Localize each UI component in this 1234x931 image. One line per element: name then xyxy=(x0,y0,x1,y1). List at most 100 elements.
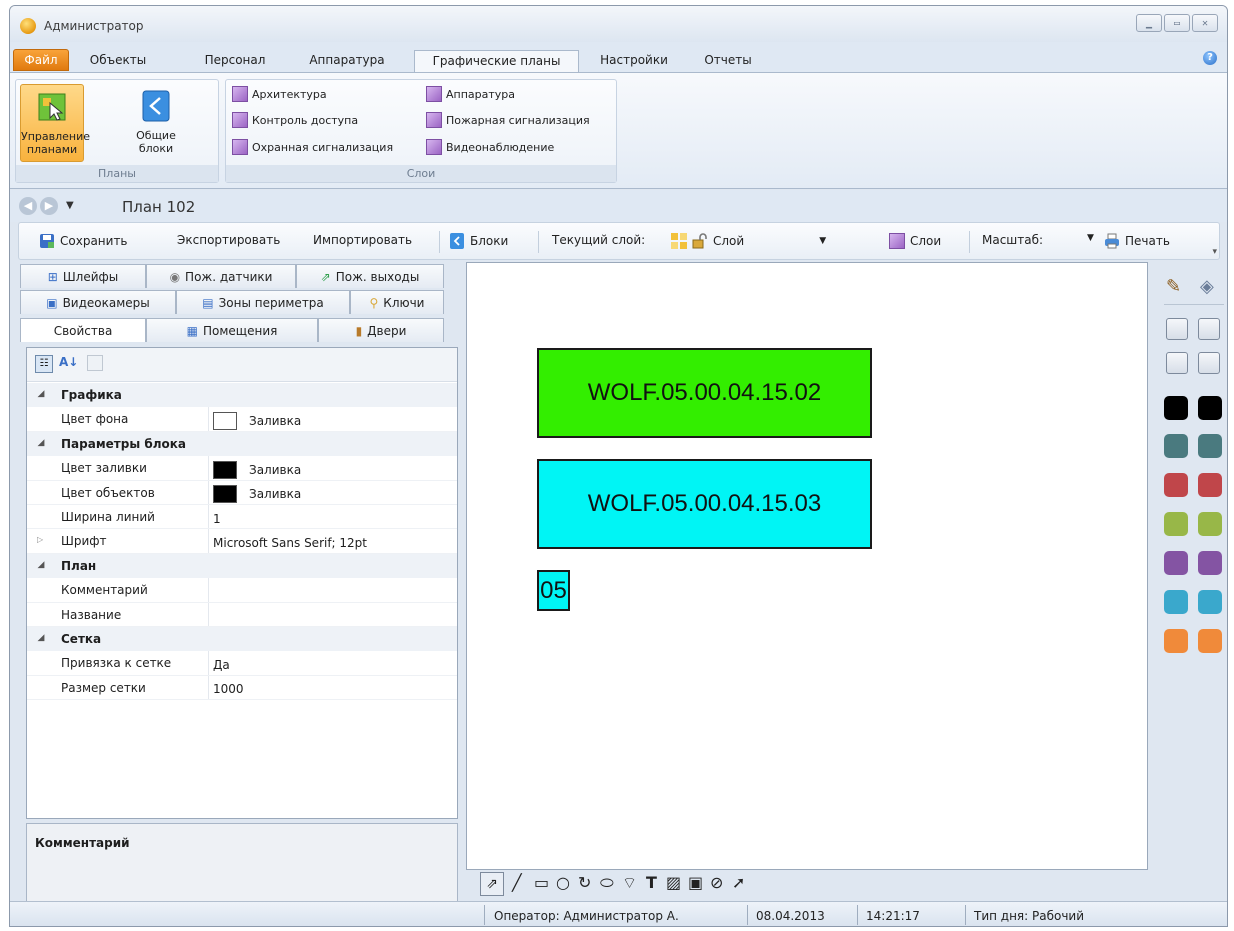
color-red-line[interactable] xyxy=(1198,473,1222,497)
camera-tool-icon[interactable]: ▣ xyxy=(688,873,703,892)
tab-loops[interactable]: ⊞ Шлейфы xyxy=(20,264,146,288)
arc-tool-icon[interactable]: ↻ xyxy=(578,873,591,892)
tab-objects[interactable]: Объекты xyxy=(78,50,158,72)
current-layer-select[interactable]: Слой ▼ xyxy=(671,233,826,249)
tab-personnel[interactable]: Персонал xyxy=(194,50,276,72)
plan-canvas[interactable]: WOLF.05.00.04.15.02 WOLF.05.00.04.15.03 … xyxy=(466,262,1148,870)
prop-object-color[interactable]: Цвет объектов Заливка xyxy=(27,480,457,505)
tab-settings[interactable]: Настройки xyxy=(590,50,678,72)
tab-rooms[interactable]: ▦ Помещения xyxy=(146,318,318,342)
collapse-icon[interactable]: ◢ xyxy=(27,432,55,456)
tab-fire-exits[interactable]: ⇗ Пож. выходы xyxy=(296,264,444,288)
layer-fire-alarm[interactable]: Пожарная сигнализация xyxy=(426,112,590,128)
category-graphics[interactable]: ◢ Графика xyxy=(27,383,457,408)
tab-keys[interactable]: ⚲ Ключи xyxy=(350,290,444,314)
line-tool-icon[interactable]: ╱ xyxy=(512,873,522,892)
send-backward-icon[interactable] xyxy=(1198,318,1220,340)
minimize-button[interactable]: ▁ xyxy=(1136,14,1162,32)
layers-button[interactable]: Слои xyxy=(889,233,941,249)
color-green-line[interactable] xyxy=(1198,512,1222,536)
prop-value-empty[interactable] xyxy=(209,578,213,601)
import-button[interactable]: Импортировать xyxy=(313,233,412,247)
layer-architecture[interactable]: Архитектура xyxy=(232,86,327,102)
prop-font[interactable]: ▷ Шрифт Microsoft Sans Serif; 12pt xyxy=(27,529,457,554)
tab-perimeter-zones[interactable]: ▤ Зоны периметра xyxy=(176,290,350,314)
tab-cameras[interactable]: ▣ Видеокамеры xyxy=(20,290,176,314)
color-teal-line[interactable] xyxy=(1198,434,1222,458)
color-purple-line[interactable] xyxy=(1198,551,1222,575)
color-orange-line[interactable] xyxy=(1198,629,1222,653)
sort-az-icon[interactable]: A↓ xyxy=(59,355,78,369)
color-black-fill[interactable] xyxy=(1164,396,1188,420)
export-button[interactable]: Экспортировать xyxy=(177,233,280,247)
tab-hardware[interactable]: Аппаратура xyxy=(297,50,397,72)
circle-tool-icon[interactable]: ○ xyxy=(556,873,570,892)
tab-properties[interactable]: Свойства xyxy=(20,318,146,342)
category-grid[interactable]: ◢ Сетка xyxy=(27,626,457,652)
prop-name[interactable]: Название xyxy=(27,602,457,627)
layer-access-control[interactable]: Контроль доступа xyxy=(232,112,358,128)
fill-bucket-icon[interactable]: ◈ xyxy=(1200,276,1214,297)
bring-forward-icon[interactable] xyxy=(1166,318,1188,340)
tab-graphic-plans[interactable]: Графические планы xyxy=(414,50,579,72)
history-dropdown-icon[interactable]: ▼ xyxy=(66,200,74,211)
tab-fire-sensors[interactable]: ◉ Пож. датчики xyxy=(146,264,296,288)
toolbar-overflow-icon[interactable]: ▾ xyxy=(1212,247,1217,257)
text-tool-icon[interactable]: T xyxy=(646,873,657,892)
manage-plans-button[interactable]: Управление планами xyxy=(20,84,90,162)
maximize-button[interactable]: ▭ xyxy=(1164,14,1190,32)
tab-file[interactable]: Файл xyxy=(13,49,69,71)
pointer-tool-icon[interactable]: ➚ xyxy=(732,873,745,892)
color-blue-fill[interactable] xyxy=(1164,590,1188,614)
canvas-block-1[interactable]: WOLF.05.00.04.15.02 xyxy=(537,348,872,438)
save-button[interactable]: Сохранить xyxy=(39,233,128,249)
color-purple-fill[interactable] xyxy=(1164,551,1188,575)
color-black-line[interactable] xyxy=(1198,396,1222,420)
prop-snap-to-grid[interactable]: Привязка к сетке Да xyxy=(27,651,457,676)
canvas-block-2[interactable]: WOLF.05.00.04.15.03 xyxy=(537,459,872,549)
rectangle-tool-icon[interactable]: ▭ xyxy=(534,873,549,892)
color-blue-line[interactable] xyxy=(1198,590,1222,614)
color-swatch[interactable] xyxy=(213,460,237,479)
back-arrow-icon[interactable]: ◀ xyxy=(19,197,37,215)
layer-hardware[interactable]: Аппаратура xyxy=(426,86,515,102)
prop-line-width[interactable]: Ширина линий 1 xyxy=(27,504,457,530)
category-block-params[interactable]: ◢ Параметры блока xyxy=(27,431,457,457)
color-red-fill[interactable] xyxy=(1164,473,1188,497)
canvas-block-3[interactable]: 05 xyxy=(537,570,570,611)
expand-icon[interactable]: ▷ xyxy=(37,535,43,544)
tab-doors[interactable]: ▮ Двери xyxy=(318,318,444,342)
property-pages-icon[interactable] xyxy=(87,355,103,371)
color-teal-fill[interactable] xyxy=(1164,434,1188,458)
select-tool-icon[interactable]: ⇗ xyxy=(480,872,504,896)
color-green-fill[interactable] xyxy=(1164,512,1188,536)
polygon-tool-icon[interactable]: ⌔ xyxy=(622,873,637,893)
prop-value[interactable]: 1000 xyxy=(209,676,244,699)
lock-object-icon[interactable] xyxy=(1166,352,1188,374)
layer-video[interactable]: Видеонаблюдение xyxy=(426,139,554,155)
category-plan[interactable]: ◢ План xyxy=(27,553,457,579)
collapse-icon[interactable]: ◢ xyxy=(27,383,55,407)
layer-security-alarm[interactable]: Охранная сигнализация xyxy=(232,139,393,155)
prop-value[interactable]: Microsoft Sans Serif; 12pt xyxy=(209,529,367,552)
shared-blocks-button[interactable]: Общие блоки xyxy=(124,84,188,162)
print-button[interactable]: Печать xyxy=(1104,233,1170,249)
prop-value-empty[interactable] xyxy=(209,603,213,626)
prop-comment[interactable]: Комментарий xyxy=(27,578,457,603)
close-button[interactable]: ✕ xyxy=(1192,14,1218,32)
prop-grid-size[interactable]: Размер сетки 1000 xyxy=(27,675,457,701)
unlock-object-icon[interactable] xyxy=(1198,352,1220,374)
blocks-button[interactable]: Блоки xyxy=(449,233,508,249)
ellipse-tool-icon[interactable]: ⬭ xyxy=(600,873,614,893)
chevron-down-icon[interactable]: ▼ xyxy=(819,236,826,246)
prop-value[interactable]: Да xyxy=(209,651,230,674)
image-tool-icon[interactable]: ▨ xyxy=(666,873,681,892)
prop-bg-color[interactable]: Цвет фона Заливка xyxy=(27,407,457,432)
forward-arrow-icon[interactable]: ▶ xyxy=(40,197,58,215)
collapse-icon[interactable]: ◢ xyxy=(27,627,55,651)
no-symbol-tool-icon[interactable]: ⊘ xyxy=(710,873,723,892)
prop-fill-color[interactable]: Цвет заливки Заливка xyxy=(27,456,457,481)
scale-select[interactable]: ▼ xyxy=(1087,233,1094,243)
color-orange-fill[interactable] xyxy=(1164,629,1188,653)
pencil-icon[interactable]: ✎ xyxy=(1166,276,1181,297)
